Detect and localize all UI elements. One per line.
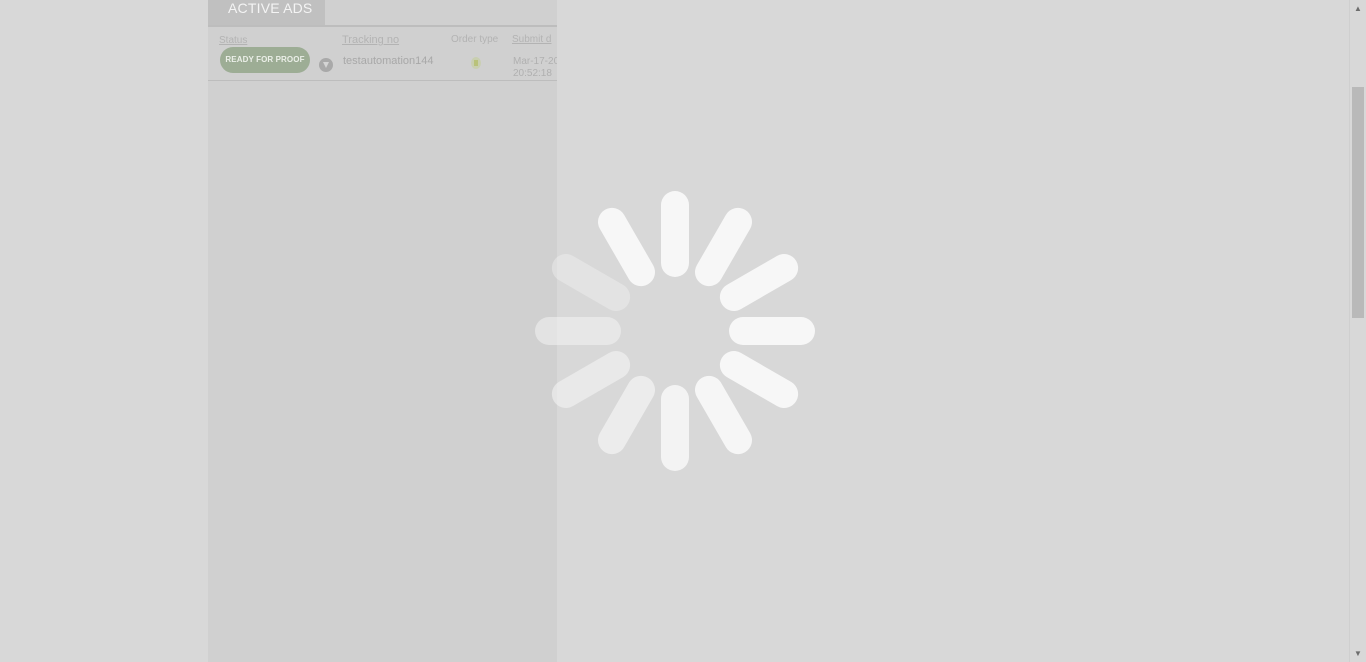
scroll-up-arrow-icon[interactable]: ▲	[1350, 0, 1366, 17]
scrollbar-thumb[interactable]	[1352, 87, 1364, 318]
page-viewport: ACTIVE ADS Status Tracking no Order type…	[0, 0, 1349, 662]
spinner-spoke	[695, 207, 752, 287]
spinner-spoke	[598, 207, 655, 287]
spinner-spoke	[661, 191, 689, 277]
submit-date-time: 20:52:18	[513, 68, 552, 79]
info-dropdown-icon[interactable]	[319, 58, 333, 72]
submit-date: Mar-17-20 20:52:18	[513, 56, 557, 80]
spinner-spoke	[729, 317, 815, 345]
tab-active-ads[interactable]: ACTIVE ADS	[208, 0, 325, 26]
spinner-spoke	[598, 375, 655, 455]
document-icon	[471, 57, 481, 69]
spinner-spoke	[719, 351, 799, 408]
spinner-spoke	[719, 254, 799, 311]
status-badge[interactable]: READY FOR PROOF	[220, 47, 310, 73]
table-row[interactable]: READY FOR PROOF testautomation144 Mar-17…	[208, 44, 557, 81]
vertical-scrollbar[interactable]: ▲ ▼	[1349, 0, 1366, 662]
spinner-spoke	[695, 375, 752, 455]
submit-date-day: Mar-17-20	[513, 56, 557, 67]
spinner-spoke	[551, 254, 631, 311]
tracking-number[interactable]: testautomation144	[343, 55, 434, 67]
scroll-down-arrow-icon[interactable]: ▼	[1350, 645, 1366, 662]
spinner-spoke	[551, 351, 631, 408]
spinner-spoke	[661, 385, 689, 471]
loading-spinner-icon	[535, 191, 815, 471]
tab-divider	[208, 25, 557, 27]
active-ads-panel: ACTIVE ADS Status Tracking no Order type…	[208, 0, 557, 662]
